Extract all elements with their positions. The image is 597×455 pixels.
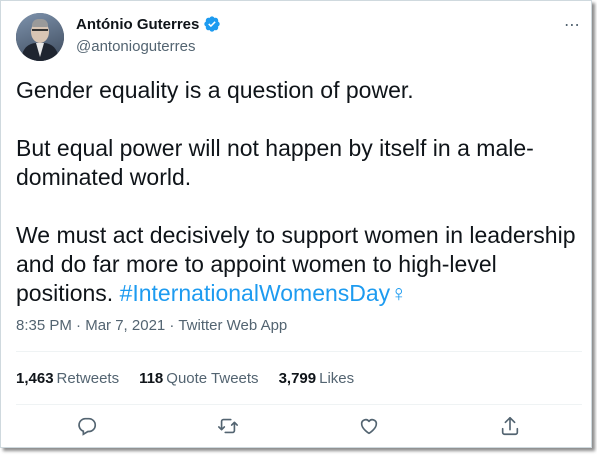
likes-label: Likes xyxy=(319,370,355,387)
retweets-count: 1,463 xyxy=(16,370,54,387)
share-icon[interactable] xyxy=(499,415,521,437)
hashtag-link[interactable]: #InternationalWomensDay xyxy=(120,280,391,306)
tweet-date[interactable]: Mar 7, 2021 xyxy=(85,317,165,334)
tweet-text: Gender equality is a question of power. … xyxy=(16,76,582,308)
like-icon[interactable] xyxy=(358,415,380,437)
tweet-source[interactable]: Twitter Web App xyxy=(178,317,287,334)
more-options-icon[interactable]: ⋯ xyxy=(564,15,581,35)
tweet-time[interactable]: 8:35 PM xyxy=(16,317,72,334)
quote-tweets-stat[interactable]: 118 Quote Tweets xyxy=(139,370,258,387)
tweet-paragraph: Gender equality is a question of power. xyxy=(16,77,414,103)
likes-count: 3,799 xyxy=(278,370,317,387)
author-name-row[interactable]: António Guterres xyxy=(76,15,221,33)
likes-stat[interactable]: 3,799 Likes xyxy=(279,370,355,387)
divider xyxy=(16,351,582,352)
quote-tweets-count: 118 xyxy=(139,370,164,387)
tweet-paragraph: But equal power will not happen by itsel… xyxy=(16,135,534,190)
tweet-paragraph: We must act decisively to support women … xyxy=(16,221,582,308)
retweet-icon[interactable] xyxy=(217,415,239,437)
retweets-label: Retweets xyxy=(56,370,120,387)
avatar[interactable] xyxy=(16,13,64,61)
tweet-card: António Guterres @antonioguterres ⋯ Gend… xyxy=(0,0,592,448)
tweet-stats: 1,463 Retweets 118 Quote Tweets 3,799 Likes xyxy=(16,370,374,387)
meta-separator: · xyxy=(71,317,86,334)
divider xyxy=(16,404,582,405)
verified-badge-icon xyxy=(204,16,221,32)
meta-separator: · xyxy=(165,317,179,334)
quote-tweets-label: Quote Tweets xyxy=(166,370,259,387)
reply-icon[interactable] xyxy=(76,415,98,437)
female-sign-emoji: ♀ xyxy=(390,280,408,306)
retweets-stat[interactable]: 1,463 Retweets xyxy=(16,370,119,387)
author-name[interactable]: António Guterres xyxy=(76,16,199,33)
tweet-meta: 8:35 PM · Mar 7, 2021 · Twitter Web App xyxy=(16,317,287,334)
author-handle[interactable]: @antonioguterres xyxy=(76,38,195,55)
